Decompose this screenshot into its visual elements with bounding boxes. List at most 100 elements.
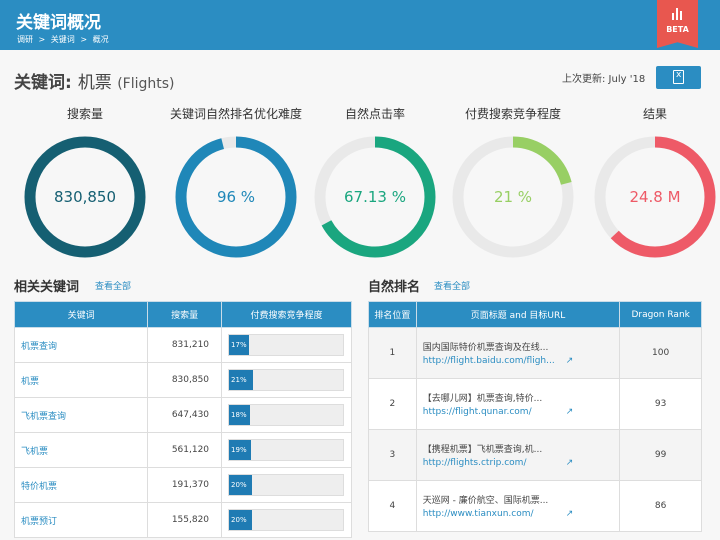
volume-cell: 191,370 <box>147 467 223 503</box>
column-header-dragon-rank[interactable]: Dragon Rank <box>619 301 702 328</box>
breadcrumb-keyword[interactable]: 关键词 <box>51 35 75 44</box>
metric-value: 21 % <box>494 188 532 206</box>
table-row: 飞机票 561,120 19% <box>13 432 352 468</box>
competition-bar: 21% <box>228 369 345 391</box>
column-header-page[interactable]: 页面标题 and 目标URL <box>415 301 621 328</box>
volume-cell: 830,850 <box>147 362 223 398</box>
metric-value: 24.8 M <box>629 188 680 206</box>
external-link-icon[interactable]: ↗ <box>566 407 574 417</box>
metric-value: 96 % <box>217 188 255 206</box>
organic-see-all-link[interactable]: 查看全部 <box>434 279 470 292</box>
metric-card: 关键词自然排名优化难度 96 % <box>166 105 306 259</box>
breadcrumb: 调研 > 关键词 > 概况 <box>17 34 112 45</box>
breadcrumb-overview: 概况 <box>92 35 109 44</box>
metric-label: 付费搜索竞争程度 <box>464 107 561 121</box>
metric-value: 67.13 % <box>344 188 406 206</box>
metric-card: 结果 24.8 M <box>585 105 720 259</box>
keyword-link[interactable]: 机票 <box>15 377 39 387</box>
metric-donut: 24.8 M <box>594 136 716 258</box>
keyword-link[interactable]: 特价机票 <box>15 482 57 492</box>
competition-cell: 18% <box>221 397 352 433</box>
beta-label: BETA <box>666 25 689 34</box>
competition-cell: 17% <box>221 327 352 363</box>
volume-cell: 647,430 <box>147 397 223 433</box>
external-link-icon[interactable]: ↗ <box>566 509 574 519</box>
keyword-cell: 机票查询 <box>13 327 149 363</box>
page-url-row: http://www.tianxun.com/ ↗ <box>423 509 620 519</box>
table-row: 机票查询 831,210 17% <box>13 327 352 363</box>
excel-export-icon <box>673 70 684 84</box>
column-header-volume[interactable]: 搜索量 <box>147 301 223 328</box>
column-header-position[interactable]: 排名位置 <box>368 301 417 328</box>
page-cell: 【去哪儿网】机票查询,特价... https://flight.qunar.com… <box>415 378 621 430</box>
page-title-text: 【携程机票】飞机票查询,机... <box>422 445 543 455</box>
keyword-term: 机票 <box>77 73 112 93</box>
breadcrumb-research[interactable]: 调研 <box>17 35 33 44</box>
page-url-link[interactable]: https://flight.qunar.com/ <box>423 407 532 417</box>
volume-cell: 155,820 <box>147 502 223 538</box>
table-row: 4 天巡网 - 廉价航空、国际机票... http://www.tianxun.co… <box>368 480 702 532</box>
dragon-rank-cell: 86 <box>619 480 702 532</box>
metric-value: 830,850 <box>54 188 116 206</box>
external-link-icon[interactable]: ↗ <box>566 458 574 468</box>
related-see-all-link[interactable]: 查看全部 <box>95 279 131 292</box>
competition-fill: 19% <box>229 440 252 460</box>
competition-bar: 18% <box>228 404 345 426</box>
metric-card: 搜索量 830,850 <box>15 105 155 259</box>
breadcrumb-separator: > <box>38 35 46 44</box>
metric-donut: 67.13 % <box>314 136 436 258</box>
export-button[interactable] <box>656 66 701 89</box>
metric-label: 自然点击率 <box>344 107 405 121</box>
keyword-link[interactable]: 飞机票 <box>15 447 48 457</box>
page-cell: 天巡网 - 廉价航空、国际机票... http://www.tianxun.com… <box>415 480 621 532</box>
breadcrumb-separator: > <box>80 35 88 44</box>
position-cell: 3 <box>368 429 417 481</box>
related-keywords-title: 相关关键词 <box>14 280 80 295</box>
metric-label: 关键词自然排名优化难度 <box>169 107 302 121</box>
page-title: 关键词概况 <box>16 13 101 33</box>
volume-cell: 561,120 <box>147 432 223 468</box>
external-link-icon[interactable]: ↗ <box>566 356 574 366</box>
metric-donut: 21 % <box>452 136 574 258</box>
position-cell: 1 <box>368 327 417 379</box>
competition-bar: 17% <box>228 334 345 356</box>
column-header-competition[interactable]: 付费搜索竞争程度 <box>221 301 352 328</box>
table-row: 1 国内国际特价机票查询及在线... http://flight.baidu.com… <box>368 327 702 379</box>
page-url-link[interactable]: http://www.tianxun.com/ <box>423 509 534 519</box>
competition-fill: 18% <box>229 405 251 425</box>
organic-ranking-title: 自然排名 <box>368 280 421 295</box>
column-header-keyword[interactable]: 关键词 <box>13 301 149 328</box>
beta-ribbon: BETA <box>657 0 698 48</box>
keyword-link[interactable]: 机票预订 <box>15 517 57 527</box>
top-bar: 关键词概况 调研 > 关键词 > 概况 BETA <box>0 0 720 50</box>
competition-cell: 20% <box>221 502 352 538</box>
keyword-link[interactable]: 飞机票查询 <box>15 412 66 422</box>
position-cell: 4 <box>368 480 417 532</box>
metric-donut: 96 % <box>175 136 297 258</box>
dragon-rank-cell: 100 <box>619 327 702 379</box>
metric-label: 结果 <box>642 107 667 121</box>
page-title-text: 【去哪儿网】机票查询,特价... <box>422 394 543 404</box>
page-url-link[interactable]: http://flight.baidu.com/fligh... <box>423 356 555 366</box>
dragon-rank-cell: 93 <box>619 378 702 430</box>
last-updated: 上次更新: July '18 <box>562 74 646 85</box>
position-cell: 2 <box>368 378 417 430</box>
page-url-row: http://flights.ctrip.com/ ↗ <box>423 458 620 468</box>
table-row: 3 【携程机票】飞机票查询,机... http://flights.ctrip.co… <box>368 429 702 481</box>
competition-fill: 21% <box>229 370 254 390</box>
keyword-prefix: 关键词: <box>14 73 72 93</box>
metric-card: 自然点击率 67.13 % <box>305 105 445 259</box>
keyword-cell: 机票预订 <box>13 502 149 538</box>
competition-bar: 19% <box>228 439 345 461</box>
keyword-link[interactable]: 机票查询 <box>15 342 57 352</box>
competition-cell: 19% <box>221 432 352 468</box>
keyword-cell: 飞机票查询 <box>13 397 149 433</box>
competition-cell: 20% <box>221 467 352 503</box>
keyword-english: (Flights) <box>117 76 175 92</box>
table-row: 机票预订 155,820 20% <box>13 502 352 538</box>
volume-cell: 831,210 <box>147 327 223 363</box>
organic-ranking-table: 排名位置 页面标题 and 目标URL Dragon Rank 1 国内国际特价机… <box>368 301 702 532</box>
page-url-link[interactable]: http://flights.ctrip.com/ <box>423 458 527 468</box>
metric-donut: 830,850 <box>24 136 146 258</box>
metric-card: 付费搜索竞争程度 21 % <box>443 105 583 259</box>
